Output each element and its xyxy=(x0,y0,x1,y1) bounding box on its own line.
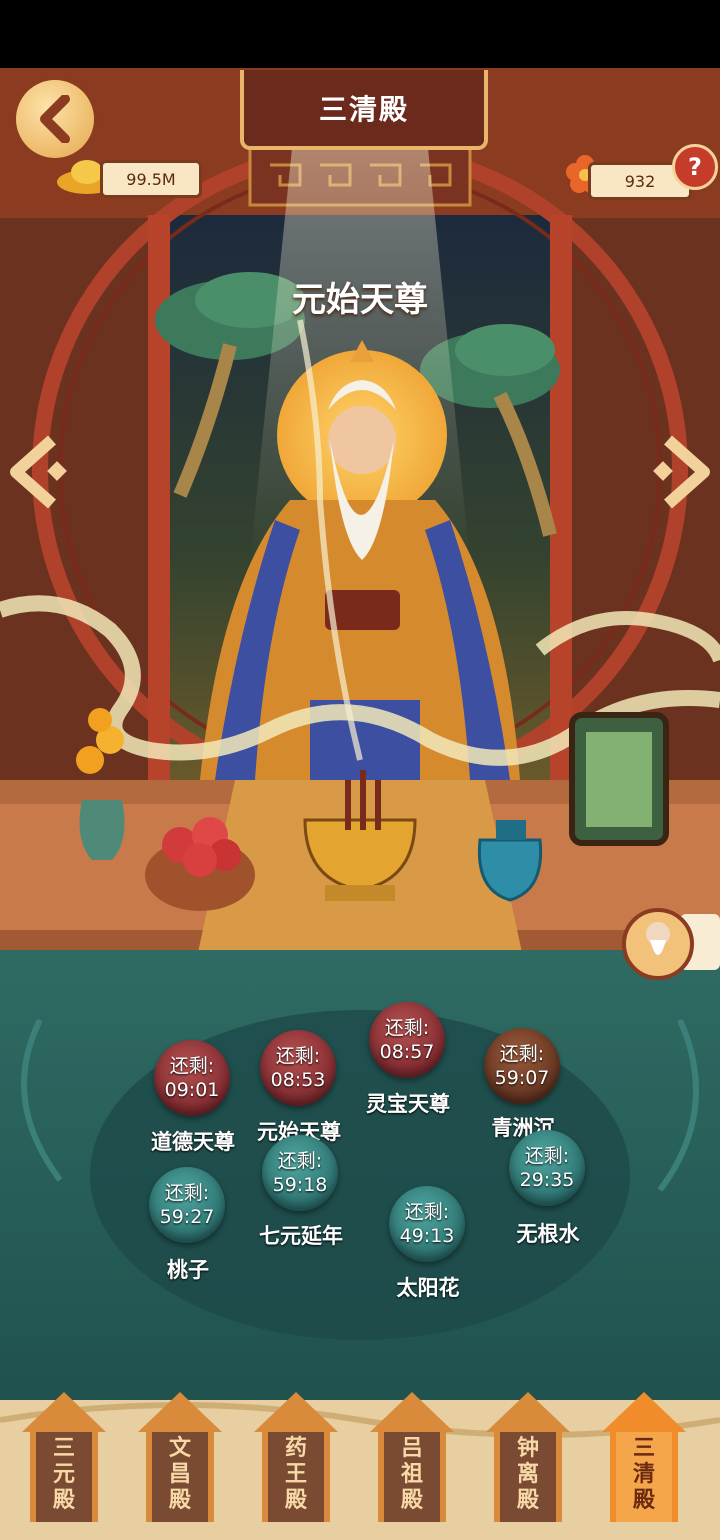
back-button[interactable] xyxy=(16,80,94,158)
tab-wenchang-hall[interactable]: 文昌殿 xyxy=(138,1392,222,1522)
tab-sanyuan-hall[interactable]: 三元殿 xyxy=(22,1392,106,1522)
page-title: 三清殿 xyxy=(240,70,488,150)
next-deity-arrow-icon[interactable] xyxy=(652,432,712,512)
offering-timer-2[interactable]: 还剩: 08:53 xyxy=(260,1030,336,1106)
temple-scene xyxy=(0,68,720,1540)
offering-label-3: 灵宝天尊 xyxy=(366,1092,450,1116)
chevron-left-icon xyxy=(40,95,70,143)
tab-zhongli-hall[interactable]: 钟离殿 xyxy=(486,1392,570,1522)
tab-sanqing-hall[interactable]: 三清殿 xyxy=(602,1392,686,1522)
offering-label-8: 无根水 xyxy=(516,1222,580,1246)
tab-lvzu-hall[interactable]: 吕祖殿 xyxy=(370,1392,454,1522)
help-button[interactable]: ? xyxy=(672,144,718,190)
offering-label-7: 太阳花 xyxy=(396,1276,460,1300)
side-character-avatar[interactable] xyxy=(620,900,720,990)
offering-label-5: 桃子 xyxy=(167,1258,209,1282)
status-bar xyxy=(0,0,720,68)
deity-name: 元始天尊 xyxy=(292,280,428,320)
prev-deity-arrow-icon[interactable] xyxy=(8,432,68,512)
offering-timer-1[interactable]: 还剩: 09:01 xyxy=(154,1040,230,1116)
offering-timer-3[interactable]: 还剩: 08:57 xyxy=(369,1002,445,1078)
offering-timer-4[interactable]: 还剩: 59:07 xyxy=(484,1028,560,1104)
offering-timer-7[interactable]: 还剩: 49:13 xyxy=(389,1186,465,1262)
tab-yaowang-hall[interactable]: 药王殿 xyxy=(254,1392,338,1522)
offering-timer-8[interactable]: 还剩: 29:35 xyxy=(509,1130,585,1206)
offering-timer-5[interactable]: 还剩: 59:27 xyxy=(149,1167,225,1243)
offering-timer-6[interactable]: 还剩: 59:18 xyxy=(262,1135,338,1211)
gold-balance: 99.5M xyxy=(100,160,202,198)
offering-label-6: 七元延年 xyxy=(259,1224,343,1248)
